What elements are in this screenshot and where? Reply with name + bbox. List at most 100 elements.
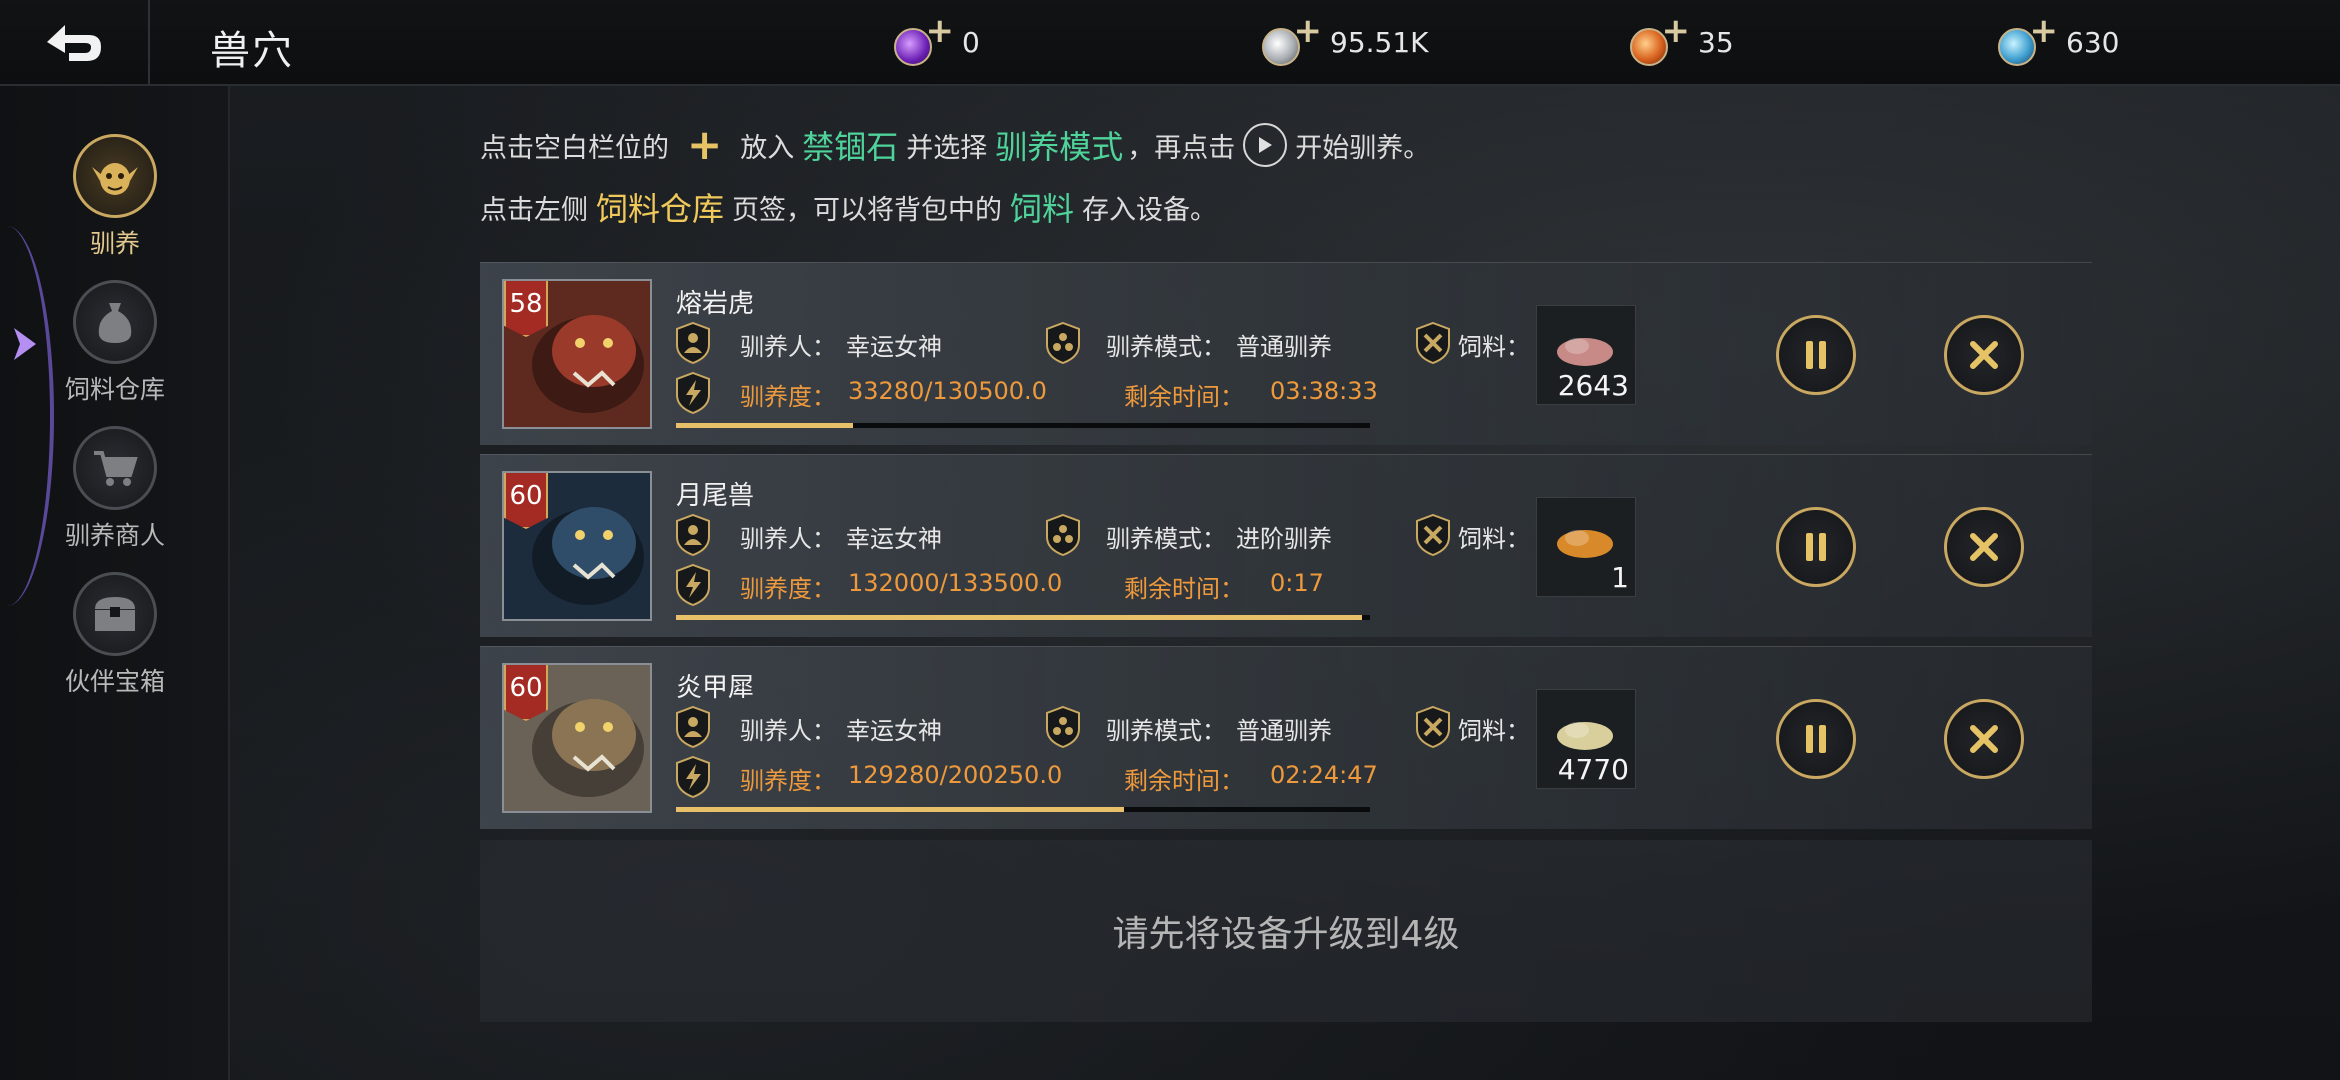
cancel-button[interactable] [1944,699,2024,779]
currency-orange[interactable]: + 35 [1626,14,1734,70]
feed-count: 1 [1611,561,1629,594]
sidebar-item-merchant[interactable]: 驯养商人 [60,426,170,552]
progress-value: 129280/200250.0 [848,761,1063,789]
instruction-line-1: 点击空白栏位的 + 放入 禁锢石 并选择 驯养模式 ，再点击 开始驯养。 [480,122,1430,168]
highlight-feed: 饲料 [1010,190,1075,228]
time-label: 剩余时间： [1124,575,1244,603]
pause-button[interactable] [1776,699,1856,779]
highlight-feed-storage: 饲料仓库 [596,190,725,228]
feed-slot[interactable]: 4770 [1536,689,1636,789]
time-value: 03:38:33 [1270,377,1378,405]
locked-slot: 请先将设备升级到4级 [480,840,2092,1022]
currency-purple[interactable]: + 0 [890,14,980,70]
taming-slot[interactable]: 60 月尾兽 驯养人： 幸运女神 驯养模式： 进阶驯养 饲料： 驯养度： 132… [480,454,2092,637]
time-label: 剩余时间： [1124,383,1244,411]
currency-silver[interactable]: + 95.51K [1258,14,1429,70]
level-value: 58 [509,289,543,319]
feed-slot[interactable]: 2643 [1536,305,1636,405]
sidebar-item-taming[interactable]: 驯养 [60,134,170,260]
beast-portrait: 60 [502,663,652,813]
beast-name: 熔岩虎 [676,289,755,319]
progress-label: 驯养度： [740,383,836,411]
beast-name: 月尾兽 [676,481,755,511]
lightning-icon [676,371,710,415]
feed-icon [1416,705,1450,749]
feed-label: 饲料： [1458,525,1530,553]
taming-slot[interactable]: 58 熔岩虎 驯养人： 幸运女神 驯养模式： 普通驯养 饲料： 驯养度： 332… [480,262,2092,445]
mode-label: 驯养模式： [1106,333,1226,361]
pause-button[interactable] [1776,315,1856,395]
level-value: 60 [509,673,543,703]
sidebar-item-label: 驯养商人 [64,521,165,550]
trainer-label: 驯养人： [740,717,836,745]
plus-icon[interactable]: + [1294,14,1323,48]
plus-icon[interactable]: + [2030,14,2059,48]
time-value: 0:17 [1270,569,1324,597]
currency-blue[interactable]: + 630 [1994,14,2119,70]
sidebar-item-feed-storage[interactable]: 饲料仓库 [60,280,170,406]
sidebar: 驯养 饲料仓库 驯养商人 伙伴宝箱 [0,86,230,1080]
cancel-button[interactable] [1944,315,2024,395]
progress-value: 33280/130500.0 [848,377,1047,405]
mode-label: 驯养模式： [1106,525,1226,553]
feed-slot[interactable]: 1 [1536,497,1636,597]
mode-icon [1046,513,1080,557]
instruction-text: 存入设备。 [1082,194,1218,226]
play-icon [1243,123,1288,167]
instruction-line-2: 点击左侧 饲料仓库 页签，可以将背包中的 饲料 存入设备。 [480,184,1217,230]
lightning-icon [676,755,710,799]
sack-icon [73,280,157,364]
feed-count: 2643 [1557,369,1629,402]
feed-label: 饲料： [1458,717,1530,745]
trainer-value: 幸运女神 [846,717,942,745]
instruction-text: 并选择 [906,132,988,164]
mode-icon [1046,705,1080,749]
back-button[interactable] [0,0,150,84]
highlight-taming-mode: 驯养模式 [995,128,1124,166]
feed-icon [1416,321,1450,365]
progress-fill [676,615,1363,620]
sidebar-accent-arc [0,226,54,606]
level-badge: 58 [504,281,548,337]
pause-icon [1806,341,1826,369]
mode-icon [1046,321,1080,365]
taming-progress-bar [676,615,1370,620]
instruction-text: 放入 [740,132,795,164]
instruction-text: 点击左侧 [480,194,588,226]
pause-icon [1806,725,1826,753]
trainer-label: 驯养人： [740,525,836,553]
locked-slot-message: 请先将设备升级到4级 [1112,914,1460,955]
close-icon [1970,341,1998,369]
progress-fill [676,423,853,428]
progress-label: 驯养度： [740,767,836,795]
progress-label: 驯养度： [740,575,836,603]
currency-value: 630 [2066,25,2120,59]
plus-icon[interactable]: + [926,14,955,48]
trainer-value: 幸运女神 [846,525,942,553]
time-value: 02:24:47 [1270,761,1378,789]
level-badge: 60 [504,665,548,721]
time-label: 剩余时间： [1124,767,1244,795]
mode-value: 普通驯养 [1236,717,1332,745]
progress-value: 132000/133500.0 [848,569,1063,597]
cancel-button[interactable] [1944,507,2024,587]
cart-icon [73,426,157,510]
taming-slot[interactable]: 60 炎甲犀 驯养人： 幸运女神 驯养模式： 普通驯养 饲料： 驯养度： 129… [480,646,2092,829]
feed-label: 饲料： [1458,333,1530,361]
progress-fill [676,807,1125,812]
mode-value: 普通驯养 [1236,333,1332,361]
highlight-seal-stone: 禁锢石 [802,128,899,166]
plus-icon: + [687,120,723,169]
sidebar-item-partner-chest[interactable]: 伙伴宝箱 [60,572,170,698]
beast-portrait: 58 [502,279,652,429]
purple-gem-icon: + [890,14,954,66]
instruction-text: ，再点击 [1127,132,1236,164]
level-value: 60 [509,481,543,511]
feed-count: 4770 [1557,753,1629,786]
mode-label: 驯养模式： [1106,717,1226,745]
plus-icon[interactable]: + [1662,14,1691,48]
beast-portrait: 60 [502,471,652,621]
back-arrow-icon [47,25,101,61]
blue-crystal-icon: + [1994,14,2058,66]
pause-button[interactable] [1776,507,1856,587]
